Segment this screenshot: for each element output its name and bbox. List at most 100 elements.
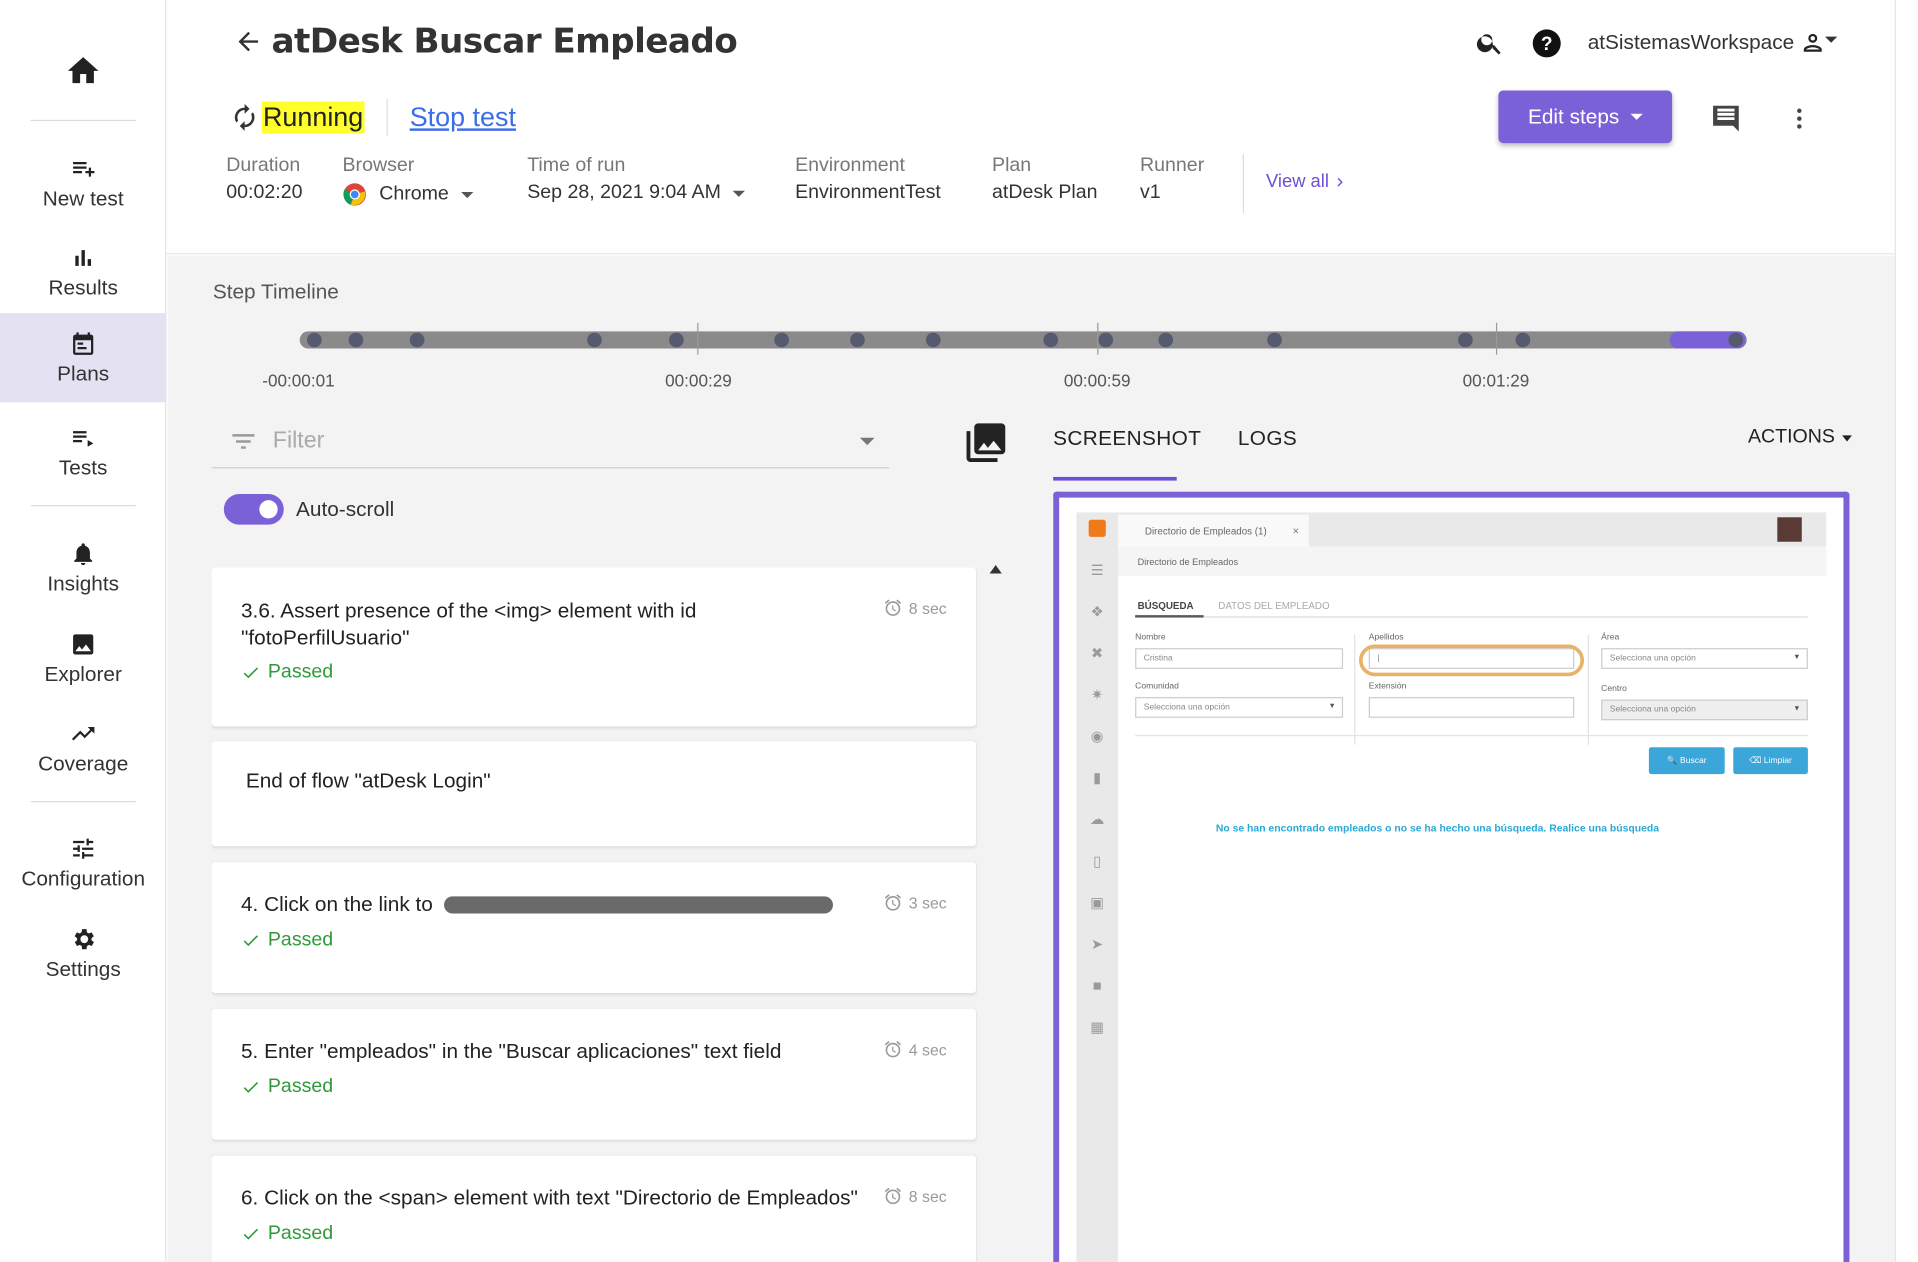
sidebar-item-tests[interactable]: Tests bbox=[0, 407, 166, 496]
meta-time-of-run[interactable]: Time of run Sep 28, 2021 9:04 AM bbox=[527, 155, 746, 204]
tab-logs[interactable]: LOGS bbox=[1238, 427, 1297, 451]
book-icon: ■ bbox=[1092, 977, 1102, 995]
divider bbox=[386, 99, 388, 136]
avatar bbox=[1777, 517, 1802, 542]
step-text: 6. Click on the <span> element with text… bbox=[240, 1186, 858, 1210]
step-item[interactable]: 6. Click on the <span> element with text… bbox=[211, 1155, 977, 1262]
page-title: atDesk Buscar Empleado bbox=[271, 20, 738, 62]
step-duration-label: 3 sec bbox=[908, 893, 947, 912]
sidebar-item-insights[interactable]: Insights bbox=[0, 523, 166, 612]
meta-label: Runner bbox=[1140, 155, 1205, 177]
timeline-step-marker[interactable] bbox=[774, 332, 789, 348]
area-value: Selecciona una opción bbox=[1609, 654, 1696, 663]
redaction-mark bbox=[444, 896, 833, 914]
timeline-step-marker[interactable] bbox=[1267, 332, 1282, 348]
step-duration: 3 sec bbox=[883, 893, 947, 913]
photo-library-icon[interactable] bbox=[963, 419, 1009, 465]
edit-steps-button[interactable]: Edit steps bbox=[1498, 90, 1673, 144]
workspace-name[interactable]: atSistemasWorkspace bbox=[1588, 31, 1794, 55]
user-icon[interactable] bbox=[1799, 29, 1826, 56]
comunidad-select: Selecciona una opción ▼ bbox=[1135, 697, 1344, 718]
phone-icon: ▯ bbox=[1093, 852, 1102, 870]
centro-select: Selecciona una opción ▼ bbox=[1601, 699, 1808, 721]
timeline-tick bbox=[1495, 322, 1498, 355]
step-item[interactable]: 5. Enter "empleados" in the "Buscar apli… bbox=[211, 1008, 977, 1140]
sidebar-item-settings[interactable]: Settings bbox=[0, 909, 166, 998]
sidebar-item-new-test[interactable]: New test bbox=[0, 138, 166, 227]
chrome-icon bbox=[343, 183, 366, 206]
meta-label: Browser bbox=[342, 155, 415, 177]
toggle-switch[interactable] bbox=[223, 494, 284, 525]
sidebar-item-results[interactable]: Results bbox=[0, 227, 166, 316]
timeline-step-marker[interactable] bbox=[669, 332, 684, 348]
step-item[interactable]: 3.6. Assert presence of the <img> elemen… bbox=[211, 567, 977, 727]
meta-environment: Environment EnvironmentTest bbox=[795, 155, 941, 204]
sidebar-item-coverage[interactable]: Coverage bbox=[0, 703, 166, 792]
step-item[interactable]: 4. Click on the link to Passed 3 sec bbox=[211, 862, 977, 993]
alarm-icon bbox=[884, 1187, 901, 1205]
step-status: Passed bbox=[241, 1223, 333, 1245]
chevron-down-icon[interactable] bbox=[1825, 36, 1838, 43]
field-label: Centro bbox=[1601, 684, 1627, 694]
autoscroll-toggle[interactable]: Auto-scroll bbox=[223, 494, 394, 525]
help-icon[interactable]: ? bbox=[1531, 28, 1562, 59]
stop-test-link[interactable]: Stop test bbox=[410, 102, 516, 134]
timeline-step-marker[interactable] bbox=[348, 332, 364, 348]
timeline-label: -00:00:01 bbox=[262, 370, 335, 391]
bar-chart-icon bbox=[75, 249, 92, 266]
comunidad-value: Selecciona una opción bbox=[1143, 703, 1230, 712]
timeline-step-marker[interactable] bbox=[1098, 332, 1114, 348]
divider bbox=[1135, 734, 1808, 737]
steps-list: 3.6. Assert presence of the <img> elemen… bbox=[211, 567, 978, 1262]
bolt-icon: ➤ bbox=[1091, 935, 1104, 953]
filter-input[interactable]: Filter bbox=[211, 415, 890, 469]
scroll-up-arrow[interactable] bbox=[989, 564, 1002, 574]
app-sidebar: ☰ ❖ ✖ ✷ ◉ ▮ ☁ ▯ ▣ ➤ ■ ▦ bbox=[1076, 512, 1119, 1262]
step-item[interactable]: End of flow "atDesk Login" bbox=[211, 741, 977, 847]
search-icon[interactable] bbox=[1475, 28, 1504, 57]
step-duration: 8 sec bbox=[883, 1186, 947, 1206]
tab-screenshot[interactable]: SCREENSHOT bbox=[1053, 427, 1201, 451]
timeline-step-marker[interactable] bbox=[1515, 332, 1531, 348]
sidebar-item-configuration[interactable]: Configuration bbox=[0, 818, 166, 907]
sidebar-item-explorer[interactable]: Explorer bbox=[0, 614, 166, 703]
meta-runner: Runner v1 bbox=[1140, 155, 1204, 204]
timeline-step-marker[interactable] bbox=[925, 332, 941, 348]
tab-busqueda: BÚSQUEDA bbox=[1137, 600, 1194, 612]
office-icon: ▮ bbox=[1093, 769, 1102, 787]
chevron-down-icon[interactable] bbox=[859, 437, 875, 446]
step-text: End of flow "atDesk Login" bbox=[245, 769, 491, 793]
timeline-label: 00:00:59 bbox=[1063, 370, 1131, 391]
actions-menu[interactable]: ACTIONS bbox=[1748, 427, 1853, 449]
timeline-step-marker[interactable] bbox=[1158, 332, 1174, 348]
home-button[interactable] bbox=[0, 46, 166, 95]
timeline-step-marker[interactable] bbox=[307, 332, 322, 348]
comment-icon[interactable] bbox=[1709, 102, 1743, 136]
timeline-step-marker[interactable] bbox=[1043, 332, 1059, 348]
app-logo bbox=[1088, 519, 1106, 537]
chevron-right-icon bbox=[1338, 177, 1344, 186]
chevron-down-icon: ▼ bbox=[1328, 703, 1336, 711]
timeline-step-marker[interactable] bbox=[850, 332, 865, 348]
timeline-step-marker[interactable] bbox=[1728, 332, 1744, 348]
view-all-link[interactable]: View all bbox=[1266, 171, 1350, 192]
meta-browser[interactable]: Browser Chrome bbox=[342, 155, 474, 206]
field-label: Comunidad bbox=[1135, 682, 1179, 691]
timeline-step-marker[interactable] bbox=[587, 332, 602, 348]
aperture-icon: ✷ bbox=[1091, 686, 1104, 704]
sidebar-item-plans[interactable]: Plans bbox=[0, 313, 167, 403]
timeline-label: 00:01:29 bbox=[1462, 370, 1530, 391]
cloud-icon: ☁ bbox=[1089, 810, 1105, 828]
sidebar-item-label: Explorer bbox=[44, 662, 122, 686]
view-all-label: View all bbox=[1266, 171, 1329, 192]
screenshot-frame[interactable]: ☰ ❖ ✖ ✷ ◉ ▮ ☁ ▯ ▣ ➤ ■ ▦ Directorio de Em… bbox=[1053, 491, 1850, 1262]
field-label: Apellidos bbox=[1368, 633, 1404, 643]
timeline-step-marker[interactable] bbox=[1458, 332, 1473, 348]
back-arrow-icon[interactable] bbox=[234, 27, 263, 56]
calendar-icon bbox=[73, 331, 94, 355]
active-tab-indicator bbox=[1053, 476, 1177, 481]
check-icon bbox=[243, 1081, 259, 1093]
menu-icon: ☰ bbox=[1090, 561, 1104, 579]
more-vert-icon[interactable] bbox=[1786, 103, 1813, 135]
timeline-step-marker[interactable] bbox=[409, 332, 425, 348]
